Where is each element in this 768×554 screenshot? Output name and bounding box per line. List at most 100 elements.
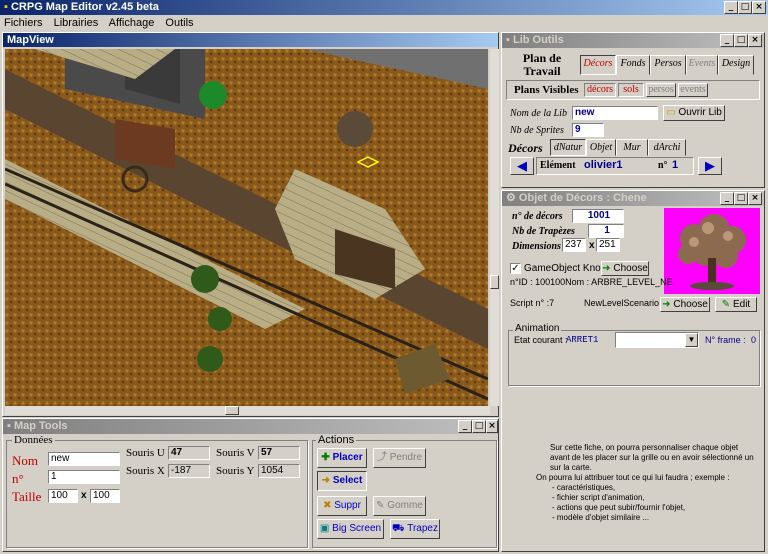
app-titlebar: ▪ CRPG Map Editor v2.45 beta [0,0,768,15]
suppr-label: Suppr [334,500,361,511]
ouvrir-lib-button[interactable]: ▭ Ouvrir Lib [663,105,725,121]
nom-field[interactable]: new [48,452,120,466]
choose-script-icon: ➜ [662,299,674,310]
trapez-button[interactable]: ⛟ Trapez [390,519,440,539]
etat-courant-label: Etat courant : [514,335,568,345]
objet-window: ⚙ Objet de Décors : Chene _ □ × n° de dé… [501,190,765,552]
gameobject-checkbox[interactable]: ✓ [510,263,521,274]
element-value: olivier1 [584,159,623,171]
maptools-titlebar: ▪ Map Tools [3,419,498,434]
ndecors-label: n° de décors [512,211,563,222]
tab-decors[interactable]: Décors [580,55,616,75]
etat-dropdown[interactable]: ▼ [615,332,699,348]
dim-width-field[interactable]: 237 [562,238,586,252]
menu-affichage[interactable]: Affichage [109,17,155,29]
suppr-icon: ✖ [323,500,335,511]
map-hscroll-thumb[interactable] [225,406,239,415]
placer-button[interactable]: ✚ Placer [317,448,367,468]
nom-lib-label: Nom de la Lib [510,108,567,119]
plan-decors-toggle[interactable]: décors [584,83,616,97]
lib-maximize[interactable]: □ [734,34,748,47]
choose-label: Choose [613,263,648,274]
maximize-button[interactable]: □ [738,1,752,14]
choose-icon: ➜ [602,263,614,274]
edit-script-button[interactable]: ✎ Edit [715,297,757,312]
mapview-title: MapView [7,34,54,46]
objet-close[interactable]: × [748,192,762,205]
bigscreen-button[interactable]: ▣ Big Screen [317,519,384,539]
taille-width-field[interactable]: 100 [48,489,78,503]
plan-persos-toggle[interactable]: persos [646,83,676,97]
map-hscrollbar[interactable] [5,406,490,415]
objet-icon: ⚙ [506,192,519,204]
close-button[interactable]: × [752,1,766,14]
plan-de-travail: Plan de Travail [522,51,562,78]
plan-events-toggle[interactable]: events [678,83,708,97]
objet-maximize[interactable]: □ [734,192,748,205]
map-vscroll-thumb[interactable] [490,275,499,289]
choose-script-button[interactable]: ➜ Choose [660,297,710,312]
tab-mur[interactable]: Mur [616,139,648,156]
gomme-icon: ✎ [376,500,388,511]
menu-fichiers[interactable]: Fichiers [4,17,43,29]
objet-minimize[interactable]: _ [720,192,734,205]
minimize-button[interactable]: _ [724,1,738,14]
tab-objet[interactable]: Objet [586,139,616,156]
nb-sprites-field[interactable]: 9 [572,123,604,137]
plans-visibles-label: Plans Visibles [514,84,579,96]
next-element-button[interactable]: ▶ [698,157,722,175]
menu-librairies[interactable]: Librairies [54,17,99,29]
chevron-down-icon[interactable]: ▼ [685,333,698,347]
arrow-left-icon: ◀ [517,158,527,173]
etat-courant-value: ARRET1 [566,335,599,345]
map-vscrollbar[interactable] [490,49,499,406]
pendre-icon: ⤴ [376,452,390,463]
maptools-maximize[interactable]: □ [472,420,486,433]
tab-darchi[interactable]: dArchi [648,139,686,156]
element-label: Elément [540,160,576,171]
nbtrap-field[interactable]: 1 [588,224,624,238]
n-field[interactable]: 1 [48,470,120,484]
tab-design[interactable]: Design [718,55,754,75]
gomme-button[interactable]: ✎ Gomme [373,496,426,516]
tab-fonds[interactable]: Fonds [616,55,650,75]
lib-minimize[interactable]: _ [720,34,734,47]
tab-events[interactable]: Events [686,55,718,75]
pendre-label: Pendre [389,452,423,463]
choose-gameobject-button[interactable]: ➜ Choose [601,261,649,276]
nom-lib-field[interactable]: new [572,106,658,120]
actions-label: Actions [316,434,357,446]
map-scene [5,49,488,406]
arrow-right-icon: ▶ [705,158,715,173]
app-title: CRPG Map Editor v2.45 beta [10,1,159,13]
nom-label: Nom [12,453,38,468]
tab-persos[interactable]: Persos [650,55,686,75]
script-value: NewLevelScenario [584,298,660,308]
help-line-6: - modèle d'objet similaire ... [552,513,650,522]
prev-element-button[interactable]: ◀ [510,157,534,175]
maptools-minimize[interactable]: _ [458,420,472,433]
lib-close[interactable]: × [748,34,762,47]
help-line-4: - fichier script d'animation, [552,493,645,502]
menu-outils[interactable]: Outils [165,17,193,29]
map-canvas[interactable] [5,49,488,406]
nframe-value: 0 [751,335,757,345]
select-button[interactable]: ➜ Select [317,471,367,491]
pendre-button[interactable]: ⤴ Pendre [373,448,426,468]
tab-dnatur[interactable]: dNatur [550,139,586,156]
menu-bar: Fichiers Librairies Affichage Outils [0,15,768,32]
ndecors-field[interactable]: 1001 [572,209,624,223]
taille-height-field[interactable]: 100 [90,489,120,503]
nb-sprites-label: Nb de Sprites [510,125,564,136]
n-label: n° [12,471,24,486]
dim-height-field[interactable]: 251 [596,238,620,252]
souris-y-label: Souris Y [216,465,255,477]
maptools-icon: ▪ [7,420,14,432]
suppr-button[interactable]: ✖ Suppr [317,496,367,516]
nframe-label: N° frame : [705,335,746,345]
app-icon: ▪ [4,1,8,13]
plan-sols-toggle[interactable]: sols [618,83,644,97]
maptools-close[interactable]: × [486,420,498,433]
souris-x-value: -187 [168,464,210,478]
help-line-2: On pourra lui attribuer tout ce qui lui … [536,473,730,482]
